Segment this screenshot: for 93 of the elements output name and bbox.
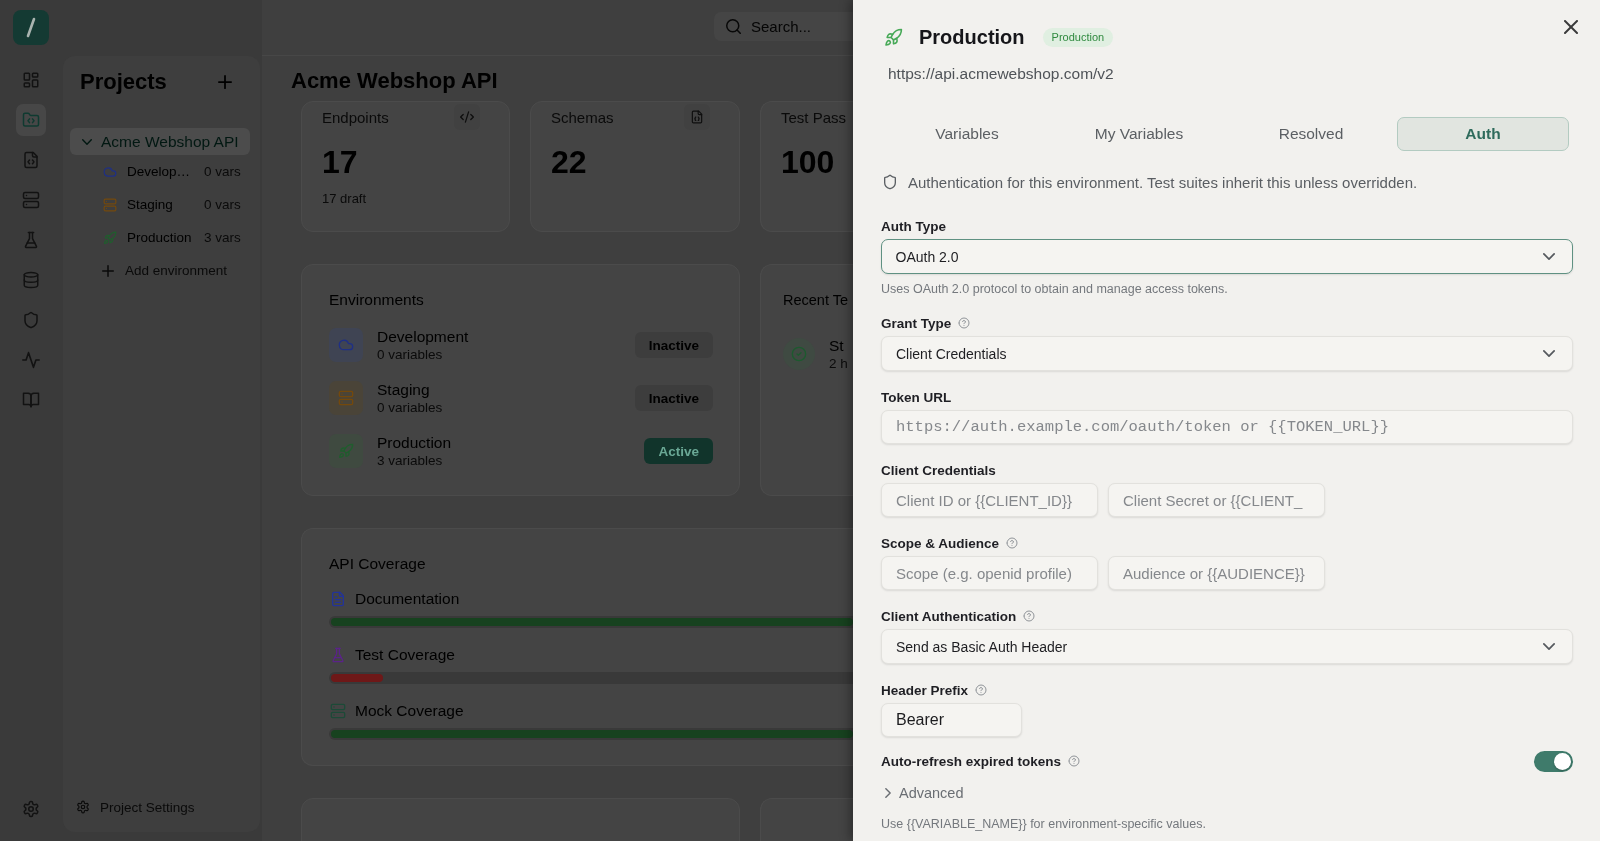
field-label: Client Credentials [881,462,996,478]
server-icon [330,703,346,719]
check-circle-icon [783,338,815,370]
environment-badge: Production [1042,27,1114,47]
stat-label: Endpoints [322,108,389,126]
field-label: Token URL [881,389,952,405]
stat-note: 17 draft [322,191,368,207]
settings-icon [76,800,90,814]
text-input[interactable]: Audience or {{AUDIENCE}} [1108,556,1325,590]
stat-label: Schemas [551,108,614,126]
test-name: St [829,336,844,355]
close-button[interactable] [1561,17,1581,37]
document-icon [330,591,346,607]
tab[interactable]: Resolved [1225,117,1397,151]
file-code-icon [22,151,40,169]
panel-title: Projects [80,69,167,95]
shield-icon [882,174,898,190]
cloud-icon [329,328,363,362]
tab[interactable]: Auth [1397,117,1569,151]
variable-count: 3 variables [377,452,443,469]
server-icon [103,197,117,212]
chevron-down-icon [1543,350,1555,357]
field-label: Auto-refresh expired tokens [881,753,1062,769]
field-label: Auth Type [881,218,946,234]
flask-icon [330,647,346,663]
help-icon[interactable] [1006,537,1019,549]
select-field[interactable]: Client Credentials [881,336,1573,371]
text-input[interactable]: Client ID or {{CLIENT_ID}} [881,483,1098,517]
coverage-label: Documentation [355,590,460,608]
page-title: Acme Webshop API [291,67,498,95]
toggle-switch[interactable] [1534,750,1573,772]
help-icon[interactable] [1068,755,1081,767]
help-icon[interactable] [1023,610,1036,622]
server-icon [22,191,40,209]
coverage-label: Mock Coverage [355,702,464,720]
grid-icon [22,71,40,89]
field-label: Grant Type [881,315,952,331]
coverage-label: Test Coverage [355,646,455,664]
text-input[interactable]: Bearer [881,703,1022,737]
select-field[interactable]: Send as Basic Auth Header [881,629,1573,664]
text-input[interactable]: https://auth.example.com/oauth/token or {{TOKEN_URL}} [881,410,1573,444]
environment-name: Development [377,327,469,346]
pulse-icon [22,351,40,369]
environment-url: https://api.acmewebshop.com/v2 [888,64,1114,84]
field-hint: Uses OAuth 2.0 protocol to obtain and manage access tokens. [881,281,1229,297]
footer-note: Use {{VARIABLE_NAME}} for environment-specific values. [881,816,1207,832]
chevron-down-icon [1543,253,1555,260]
select-field[interactable]: OAuth 2.0 [881,239,1573,274]
card-title: Recent Te [783,291,850,310]
database-icon [22,271,40,289]
cloud-icon [103,164,117,179]
card-title: API Coverage [329,554,427,574]
book-icon [22,391,40,409]
stat-label: Test Pass [781,108,847,126]
text-input[interactable]: Client Secret or {{CLIENT_ [1108,483,1325,517]
variable-count: 0 variables [377,399,443,416]
stat-value: 17 [322,143,359,181]
rocket-icon [884,27,903,47]
plus-icon [218,75,232,89]
help-icon[interactable] [975,684,988,696]
environment-name: Production [377,433,452,452]
rocket-icon [329,434,363,468]
text-input[interactable]: Scope (e.g. openid profile) [881,556,1098,590]
close-icon [1564,20,1578,34]
settings-icon [22,800,40,818]
logo-icon [13,10,49,45]
shield-icon [22,311,40,329]
add-project-button[interactable] [218,75,232,89]
variable-count: 0 variables [377,346,443,363]
status-badge: Inactive [634,385,713,411]
info-text: Authentication for this environment. Test suites inherit this unless overridden. [908,173,1418,191]
field-label: Scope & Audience [881,535,1000,551]
search-icon [726,19,741,34]
tab[interactable]: My Variables [1053,117,1225,151]
flask-icon [22,231,40,249]
drawer-title: Production [919,25,1025,49]
tab[interactable]: Variables [881,117,1053,151]
server-icon [329,381,363,415]
field-label: Header Prefix [881,682,969,698]
help-icon[interactable] [958,317,971,329]
card-title: Environments [329,290,425,310]
rocket-icon [103,230,117,245]
stat-value: 100 [781,143,836,181]
folder-code-icon [22,111,40,129]
status-badge: Active [644,438,713,464]
chevron-down-icon [1543,643,1555,650]
plus-icon [102,264,114,277]
disclosure-button[interactable]: Advanced [881,783,964,803]
stat-value: 22 [551,143,588,181]
field-label: Client Authentication [881,608,1017,624]
environment-name: Staging [377,380,430,399]
status-badge: Inactive [634,332,713,358]
nav-button[interactable] [16,104,46,136]
